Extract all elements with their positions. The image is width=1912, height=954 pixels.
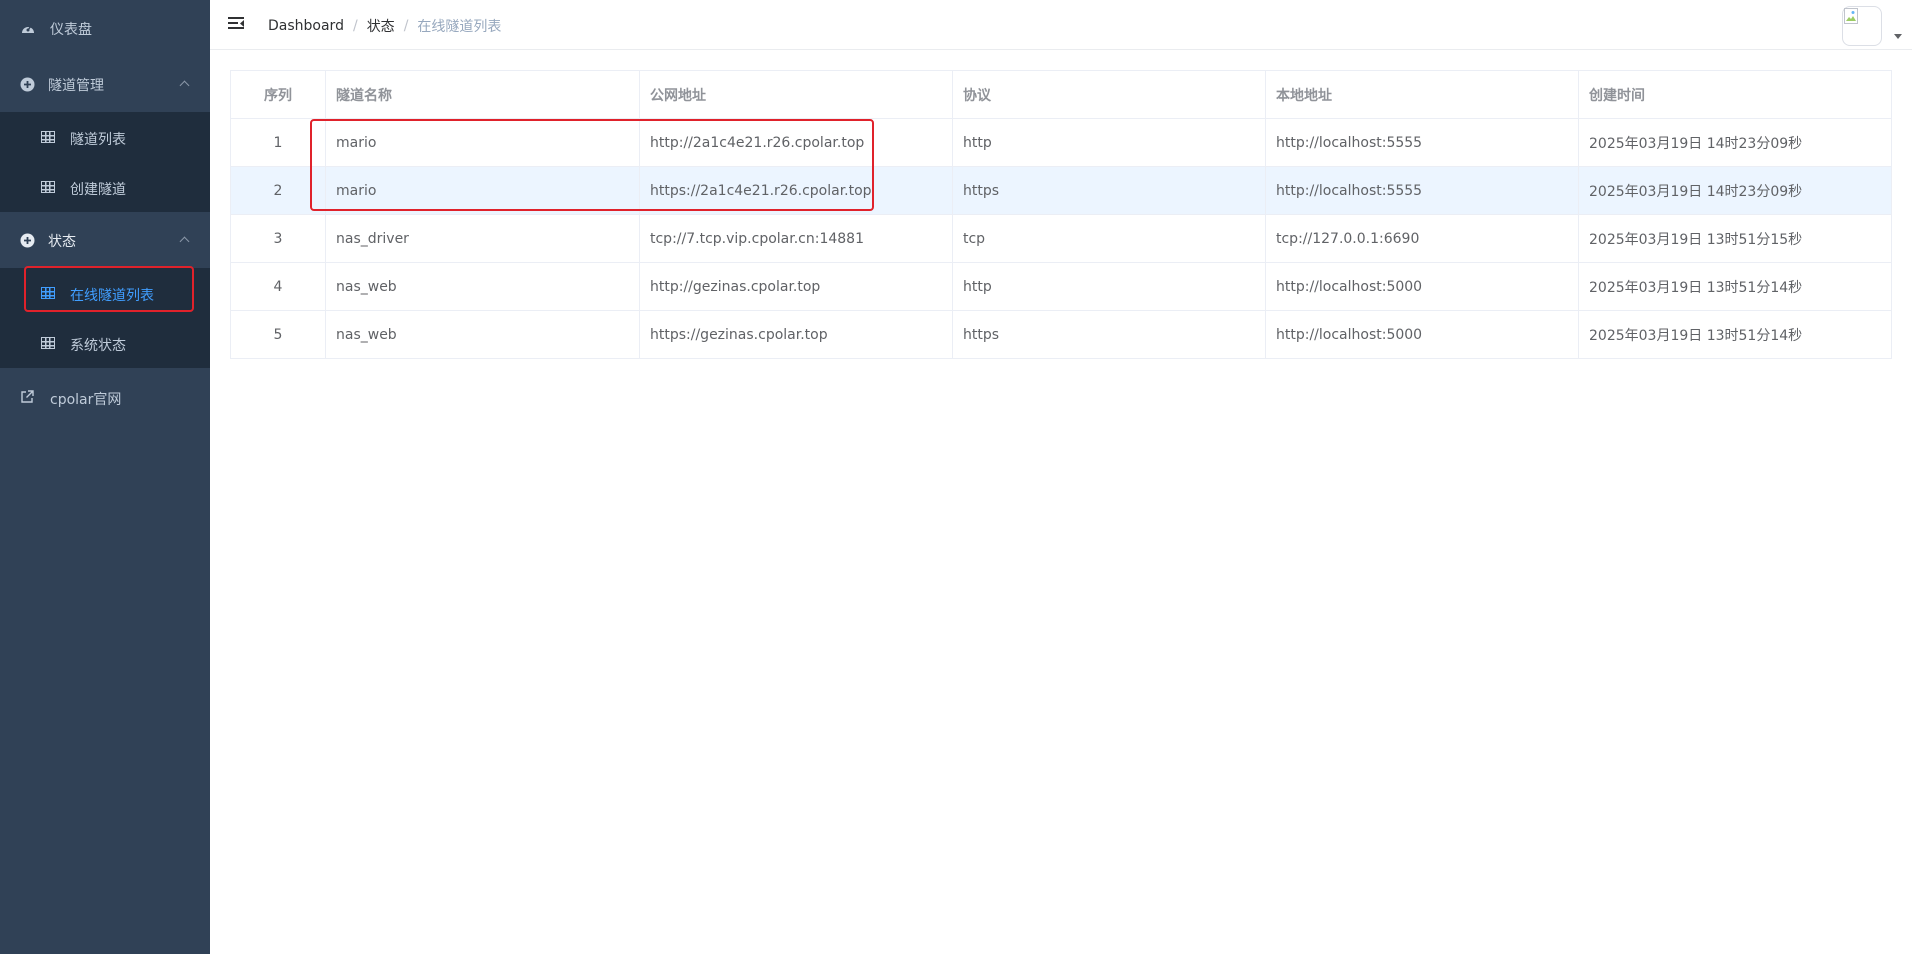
- column-header-protocol: 协议: [952, 70, 1266, 119]
- column-header-name: 隧道名称: [325, 70, 640, 119]
- cell-index: 4: [230, 262, 326, 311]
- cell-index: 3: [230, 214, 326, 263]
- cell-name: mario: [325, 166, 640, 215]
- sidebar-item-label: 创建隧道: [70, 182, 126, 198]
- table-row[interactable]: 3 nas_driver tcp://7.tcp.vip.cpolar.cn:1…: [230, 214, 1892, 263]
- table-row[interactable]: 4 nas_web http://gezinas.cpolar.top http…: [230, 262, 1892, 311]
- cell-public-url: https://gezinas.cpolar.top: [639, 310, 953, 359]
- sidebar-item-status[interactable]: 状态: [0, 212, 210, 268]
- breadcrumb-dashboard[interactable]: Dashboard: [268, 18, 344, 34]
- cell-public-url: tcp://7.tcp.vip.cpolar.cn:14881: [639, 214, 953, 263]
- sidebar-item-cpolar-website[interactable]: cpolar官网: [0, 370, 210, 426]
- sidebar-item-label: 隧道列表: [70, 132, 126, 148]
- cell-index: 2: [230, 166, 326, 215]
- breadcrumb-status[interactable]: 状态: [367, 16, 395, 36]
- plus-circle-icon: [19, 232, 35, 248]
- cell-public-url: https://2a1c4e21.r26.cpolar.top: [639, 166, 953, 215]
- grid-icon: [40, 335, 56, 351]
- column-header-index: 序列: [230, 70, 326, 119]
- table-row[interactable]: 5 nas_web https://gezinas.cpolar.top htt…: [230, 310, 1892, 359]
- table-header-row: 序列 隧道名称 公网地址 协议 本地地址 创建时间: [230, 70, 1892, 119]
- column-header-public-url: 公网地址: [639, 70, 953, 119]
- chevron-up-icon: [179, 236, 190, 247]
- navbar: Dashboard / 状态 / 在线隧道列表: [210, 0, 1912, 50]
- caret-down-icon[interactable]: [1894, 34, 1902, 39]
- chevron-up-icon: [179, 80, 190, 91]
- cell-created-at: 2025年03月19日 13时51分14秒: [1578, 262, 1892, 311]
- cell-protocol: http: [952, 262, 1266, 311]
- sidebar-item-tunnel-list[interactable]: 隧道列表: [0, 112, 210, 162]
- cell-public-url: http://gezinas.cpolar.top: [639, 262, 953, 311]
- sidebar-item-online-tunnels[interactable]: 在线隧道列表: [0, 268, 210, 318]
- table-row[interactable]: 2 mario https://2a1c4e21.r26.cpolar.top …: [230, 166, 1892, 215]
- breadcrumb-separator: /: [403, 18, 409, 34]
- cell-local-address: http://localhost:5000: [1265, 262, 1579, 311]
- sidebar: 仪表盘 隧道管理 隧道列表 创建隧道 状态 在线隧道列表 系统状态 cpolar…: [0, 0, 210, 954]
- avatar[interactable]: [1842, 6, 1882, 46]
- dashboard-icon: [20, 20, 36, 36]
- plus-circle-icon: [19, 76, 35, 92]
- cell-local-address: http://localhost:5555: [1265, 118, 1579, 167]
- breadcrumb-separator: /: [352, 18, 358, 34]
- cell-name: nas_driver: [325, 214, 640, 263]
- sidebar-item-tunnel-management[interactable]: 隧道管理: [0, 56, 210, 112]
- cell-local-address: tcp://127.0.0.1:6690: [1265, 214, 1579, 263]
- submenu-status: 在线隧道列表 系统状态: [0, 268, 210, 368]
- cell-name: mario: [325, 118, 640, 167]
- sidebar-item-create-tunnel[interactable]: 创建隧道: [0, 162, 210, 212]
- cell-protocol: https: [952, 310, 1266, 359]
- grid-icon: [40, 129, 56, 145]
- cell-protocol: tcp: [952, 214, 1266, 263]
- column-header-local-address: 本地地址: [1265, 70, 1579, 119]
- external-link-icon: [19, 389, 35, 405]
- cell-index: 1: [230, 118, 326, 167]
- cell-created-at: 2025年03月19日 14时23分09秒: [1578, 166, 1892, 215]
- cell-created-at: 2025年03月19日 13时51分14秒: [1578, 310, 1892, 359]
- grid-icon: [40, 285, 56, 301]
- sidebar-item-label: 在线隧道列表: [70, 288, 154, 304]
- sidebar-item-label: 状态: [48, 234, 76, 250]
- cell-name: nas_web: [325, 310, 640, 359]
- cell-protocol: https: [952, 166, 1266, 215]
- cell-created-at: 2025年03月19日 14时23分09秒: [1578, 118, 1892, 167]
- sidebar-item-label: 仪表盘: [50, 22, 92, 38]
- sidebar-item-label: 隧道管理: [48, 78, 104, 94]
- sidebar-item-label: cpolar官网: [50, 392, 122, 408]
- cell-created-at: 2025年03月19日 13时51分15秒: [1578, 214, 1892, 263]
- cell-name: nas_web: [325, 262, 640, 311]
- breadcrumb-current: 在线隧道列表: [417, 19, 502, 35]
- online-tunnels-table: 序列 隧道名称 公网地址 协议 本地地址 创建时间 1 mario http:/…: [230, 70, 1892, 359]
- cell-protocol: http: [952, 118, 1266, 167]
- submenu-tunnel-management: 隧道列表 创建隧道: [0, 112, 210, 212]
- sidebar-item-system-status[interactable]: 系统状态: [0, 318, 210, 368]
- cell-local-address: http://localhost:5000: [1265, 310, 1579, 359]
- cell-index: 5: [230, 310, 326, 359]
- column-header-created-at: 创建时间: [1578, 70, 1892, 119]
- grid-icon: [40, 179, 56, 195]
- sidebar-item-label: 系统状态: [70, 338, 126, 354]
- breadcrumb: Dashboard / 状态 / 在线隧道列表: [268, 16, 501, 36]
- sidebar-item-dashboard[interactable]: 仪表盘: [0, 0, 210, 56]
- cell-local-address: http://localhost:5555: [1265, 166, 1579, 215]
- table-row[interactable]: 1 mario http://2a1c4e21.r26.cpolar.top h…: [230, 118, 1892, 167]
- cell-public-url: http://2a1c4e21.r26.cpolar.top: [639, 118, 953, 167]
- hamburger-icon[interactable]: [228, 17, 244, 31]
